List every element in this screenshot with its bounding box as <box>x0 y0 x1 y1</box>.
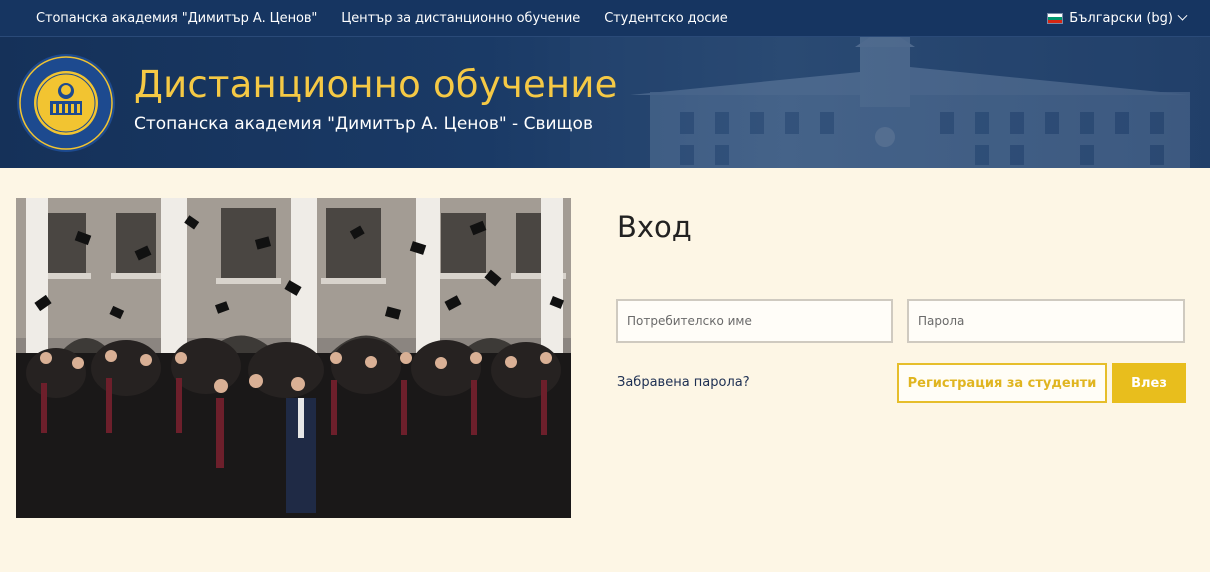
username-input[interactable] <box>616 299 893 343</box>
nav-link-distance-learning-center[interactable]: Център за дистанционно обучение <box>341 11 580 26</box>
language-label: Български (bg) <box>1069 11 1173 26</box>
bulgarian-flag-icon <box>1047 13 1064 24</box>
password-input[interactable] <box>907 299 1185 343</box>
academy-logo <box>17 54 115 152</box>
nav-link-academy[interactable]: Стопанска академия "Димитър А. Ценов" <box>36 11 317 26</box>
building-background-image <box>570 37 1210 168</box>
graduation-photo-image <box>16 198 571 518</box>
site-subtitle: Стопанска академия "Димитър А. Ценов" - … <box>134 114 593 134</box>
student-registration-button[interactable]: Регистрация за студенти <box>897 363 1107 403</box>
chevron-down-icon <box>1177 10 1188 21</box>
language-selector[interactable]: Български (bg) <box>1047 0 1188 37</box>
login-button[interactable]: Влез <box>1112 363 1186 403</box>
top-nav-links: Стопанска академия "Димитър А. Ценов" Це… <box>0 11 728 26</box>
login-title: Вход <box>617 210 692 244</box>
header-banner: Дистанционно обучение Стопанска академия… <box>0 37 1210 168</box>
site-title: Дистанционно обучение <box>134 63 618 106</box>
graduation-photo <box>16 198 571 518</box>
forgot-password-link[interactable]: Забравена парола? <box>617 375 750 390</box>
nav-link-student-dossier[interactable]: Студентско досие <box>604 11 728 26</box>
top-navigation-bar: Стопанска академия "Димитър А. Ценов" Це… <box>0 0 1210 37</box>
